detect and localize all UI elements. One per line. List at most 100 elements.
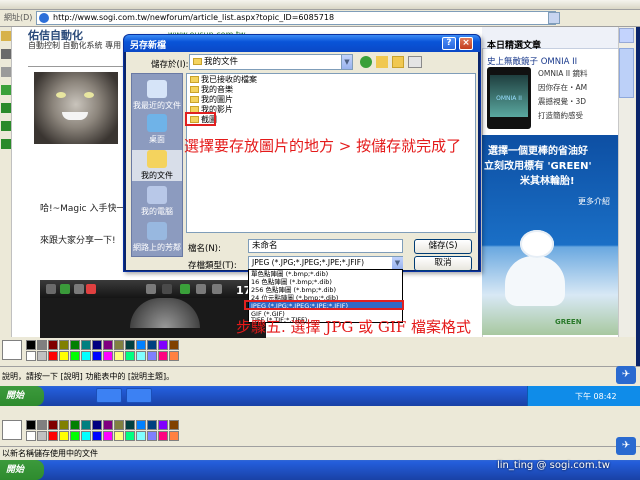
current-color-swatch[interactable] [2, 340, 22, 360]
back-icon[interactable] [360, 56, 372, 68]
color-swatch[interactable] [147, 351, 157, 361]
place-network[interactable]: 網路上的芳鄰 [132, 222, 182, 253]
color-swatch[interactable] [136, 340, 146, 350]
color-swatch[interactable] [81, 431, 91, 441]
color-swatch[interactable] [59, 431, 69, 441]
airbrush-tool-icon[interactable] [1, 67, 11, 77]
color-swatch[interactable] [81, 351, 91, 361]
start-button[interactable]: 開始 [0, 460, 44, 480]
color-swatch[interactable] [26, 431, 36, 441]
color-swatch[interactable] [92, 431, 102, 441]
color-swatch[interactable] [81, 420, 91, 430]
place-recent-documents[interactable]: 我最近的文件 [132, 80, 182, 111]
place-my-documents[interactable]: 我的文件 [132, 150, 182, 181]
color-swatch[interactable] [169, 340, 179, 350]
ad-more-link[interactable]: 更多介紹 [578, 196, 610, 207]
color-swatch[interactable] [48, 420, 58, 430]
new-folder-icon[interactable] [392, 56, 404, 68]
pencil-tool-icon[interactable] [1, 31, 11, 41]
color-swatch[interactable] [92, 420, 102, 430]
taskbar-task[interactable] [96, 388, 122, 403]
color-swatch[interactable] [37, 351, 47, 361]
help-button[interactable]: ? [442, 37, 456, 50]
color-swatch[interactable] [158, 351, 168, 361]
color-swatch[interactable] [125, 340, 135, 350]
color-swatch[interactable] [114, 351, 124, 361]
color-swatch[interactable] [48, 351, 58, 361]
filetype-option[interactable]: 單色點陣圖 (*.bmp;*.dib) [249, 270, 402, 278]
color-swatch[interactable] [169, 431, 179, 441]
color-swatch[interactable] [81, 340, 91, 350]
color-swatch[interactable] [59, 351, 69, 361]
place-desktop[interactable]: 桌面 [132, 114, 182, 145]
color-swatch[interactable] [125, 420, 135, 430]
save-button[interactable]: 儲存(S) [414, 239, 472, 254]
color-swatch[interactable] [59, 340, 69, 350]
color-swatch[interactable] [114, 431, 124, 441]
color-swatch[interactable] [26, 340, 36, 350]
color-swatch[interactable] [103, 420, 113, 430]
address-dropdown-button[interactable] [548, 12, 560, 24]
color-swatch[interactable] [158, 420, 168, 430]
color-swatch[interactable] [26, 420, 36, 430]
color-swatch[interactable] [125, 431, 135, 441]
up-folder-icon[interactable] [376, 56, 388, 68]
color-swatch[interactable] [158, 340, 168, 350]
taskbar-task[interactable] [126, 388, 152, 403]
color-swatch[interactable] [169, 420, 179, 430]
current-color-swatch[interactable] [2, 420, 22, 440]
color-swatch[interactable] [48, 340, 58, 350]
color-swatch[interactable] [114, 340, 124, 350]
filetype-option[interactable]: 16 色點陣圖 (*.bmp;*.dib) [249, 278, 402, 286]
annotation-highlight-box [244, 300, 404, 310]
color-swatch[interactable] [147, 420, 157, 430]
color-swatch[interactable] [92, 340, 102, 350]
scroll-up-button[interactable] [619, 28, 634, 43]
address-field[interactable]: http://www.sogi.com.tw/newforum/article_… [36, 11, 556, 25]
color-swatch[interactable] [136, 351, 146, 361]
color-swatch[interactable] [147, 431, 157, 441]
view-menu-icon[interactable] [408, 56, 422, 68]
brush-tool-icon[interactable] [1, 49, 11, 59]
color-swatch[interactable] [70, 431, 80, 441]
color-swatch[interactable] [136, 420, 146, 430]
color-swatch[interactable] [158, 431, 168, 441]
color-swatch[interactable] [169, 351, 179, 361]
color-swatch[interactable] [37, 340, 47, 350]
color-swatch[interactable] [136, 431, 146, 441]
color-swatch[interactable] [26, 351, 36, 361]
color-swatch[interactable] [147, 340, 157, 350]
color-swatch[interactable] [70, 420, 80, 430]
color-swatch[interactable] [59, 420, 69, 430]
filename-input[interactable]: 未命名 [248, 239, 403, 253]
color-swatch[interactable] [103, 431, 113, 441]
chevron-down-icon[interactable]: ▼ [392, 257, 403, 269]
color-swatch[interactable] [103, 340, 113, 350]
color-swatch[interactable] [70, 340, 80, 350]
close-button[interactable]: × [459, 37, 473, 50]
filetype-option[interactable]: 256 色點陣圖 (*.bmp;*.dib) [249, 286, 402, 294]
chevron-down-icon[interactable]: ▼ [341, 55, 352, 69]
color-swatch[interactable] [103, 351, 113, 361]
color-swatch[interactable] [37, 431, 47, 441]
scroll-thumb[interactable] [619, 48, 634, 98]
color-swatch[interactable] [70, 351, 80, 361]
rectangle-tool-icon[interactable] [1, 121, 11, 131]
line-tool-icon[interactable] [1, 103, 11, 113]
cancel-button[interactable]: 取消 [414, 256, 472, 271]
filetype-select[interactable]: JPEG (*.JPG;*.JPEG;*.JPE;*.JFIF) [248, 256, 403, 270]
save-in-select[interactable]: 我的文件 [189, 54, 353, 70]
text-tool-icon[interactable] [1, 85, 11, 95]
color-swatch[interactable] [125, 351, 135, 361]
polygon-tool-icon[interactable] [1, 139, 11, 149]
user-avatar[interactable] [34, 72, 118, 144]
color-swatch[interactable] [92, 351, 102, 361]
color-swatch[interactable] [114, 420, 124, 430]
dialog-titlebar[interactable] [124, 35, 480, 52]
place-my-computer[interactable]: 我的電腦 [132, 186, 182, 217]
color-swatch[interactable] [48, 431, 58, 441]
phone-notification-icon [86, 284, 96, 294]
start-button[interactable]: 開始 [0, 386, 44, 406]
featured-article-link[interactable]: 史上無敵鏡子 OMNIA II [487, 55, 577, 67]
color-swatch[interactable] [37, 420, 47, 430]
